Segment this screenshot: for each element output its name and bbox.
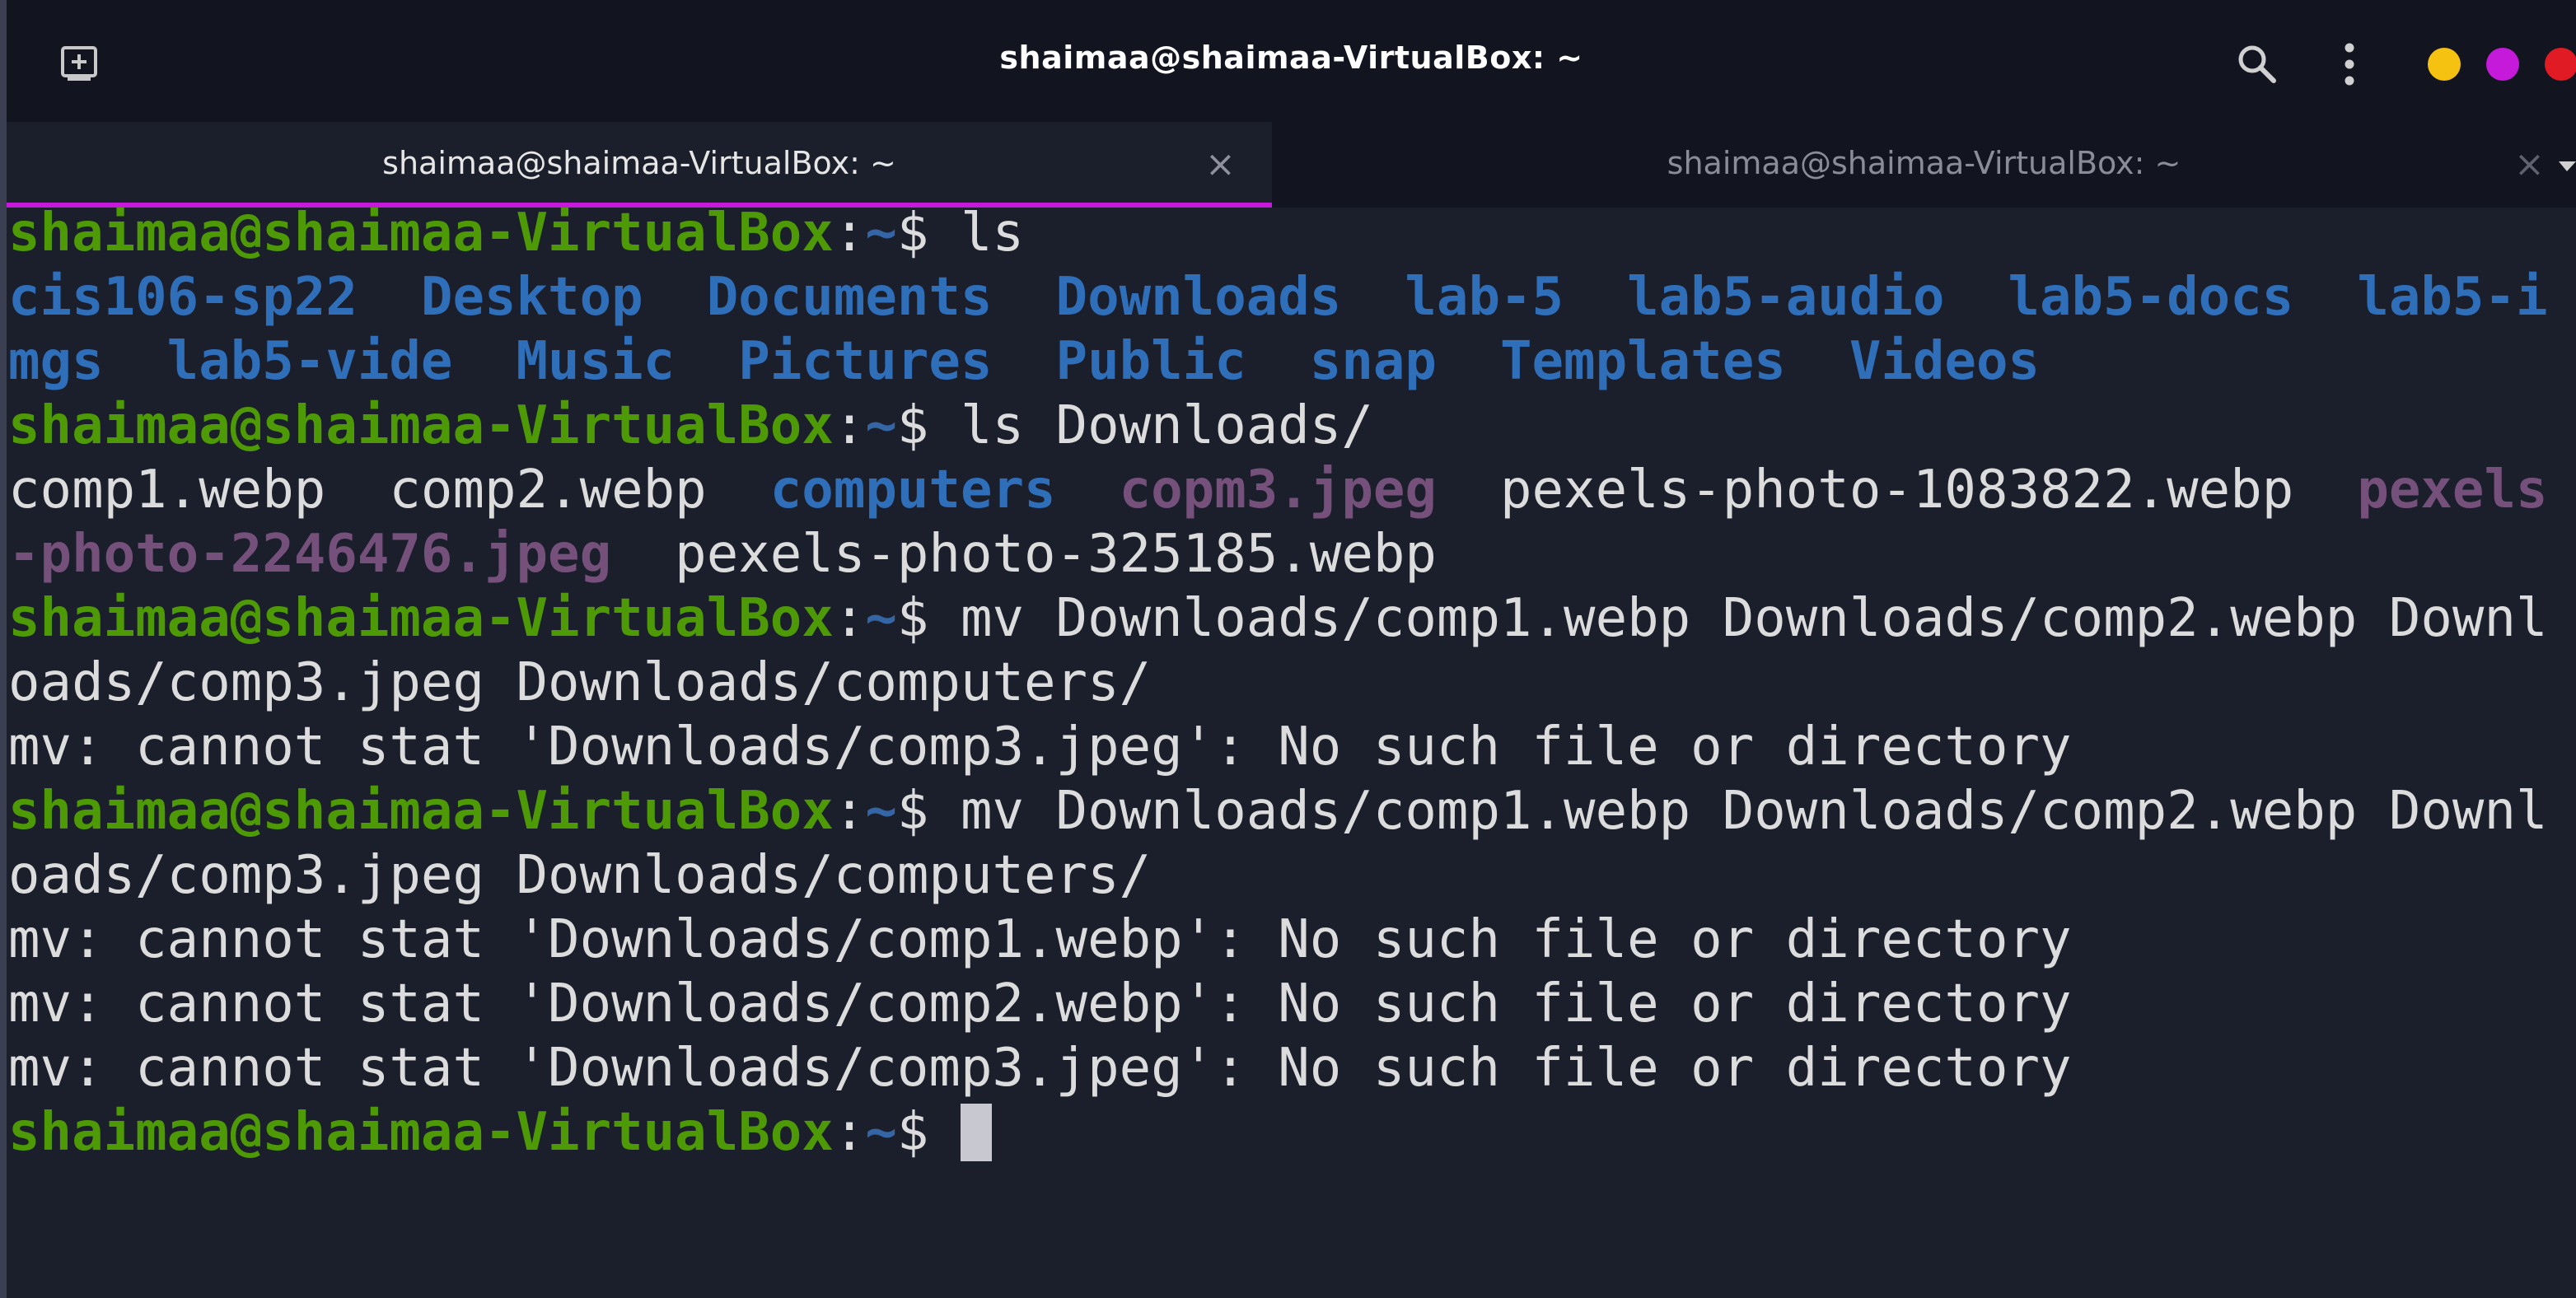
terminal-line: shaimaa@shaimaa-VirtualBox:~$ mv Downloa… — [8, 586, 2548, 651]
tab-2-close-icon[interactable]: × — [2514, 147, 2545, 183]
image-file-entry: pexels — [2357, 460, 2548, 521]
terminal-line: mv: cannot stat 'Downloads/comp2.webp': … — [8, 972, 2072, 1036]
error-text: mv: cannot stat 'Downloads/comp2.webp': … — [8, 974, 2072, 1034]
terminal-line: shaimaa@shaimaa-VirtualBox:~$ ls Downloa… — [8, 394, 1373, 458]
prompt-dollar: $ — [896, 588, 961, 649]
tab-2-label: shaimaa@shaimaa-VirtualBox: ~ — [1667, 145, 2181, 181]
file-entry: comp1.webp — [8, 460, 326, 521]
maximize-button[interactable] — [2486, 48, 2519, 81]
terminal-output[interactable]: shaimaa@shaimaa-VirtualBox:~$ ls cis106-… — [8, 208, 2576, 1298]
prompt-user: shaimaa@shaimaa-VirtualBox — [8, 208, 834, 264]
dir-entry: lab5-i — [2357, 267, 2548, 328]
kebab-menu-icon — [2345, 43, 2354, 86]
prompt-user: shaimaa@shaimaa-VirtualBox — [8, 395, 834, 456]
close-button[interactable] — [2545, 48, 2576, 81]
search-icon — [2238, 45, 2276, 83]
tab-1[interactable]: shaimaa@shaimaa-VirtualBox: ~ × — [7, 122, 1272, 208]
header-bar: shaimaa@shaimaa-VirtualBox: ~ — [7, 0, 2576, 122]
terminal-line: shaimaa@shaimaa-VirtualBox:~$ ls — [8, 208, 1024, 265]
dir-entry: Pictures — [738, 331, 993, 392]
dir-entry: lab5-vide — [166, 331, 453, 392]
file-entry: comp2.webp — [389, 460, 707, 521]
search-button[interactable] — [2234, 41, 2280, 87]
terminal-line: oads/comp3.jpeg Downloads/computers/ — [8, 843, 1151, 908]
prompt-path: ~ — [865, 781, 897, 842]
terminal-line: mv: cannot stat 'Downloads/comp3.jpeg': … — [8, 1036, 2072, 1100]
minimize-button[interactable] — [2428, 48, 2461, 81]
prompt-path: ~ — [865, 1102, 897, 1163]
terminal-line: -photo-2246476.jpeg pexels-photo-325185.… — [8, 522, 1437, 586]
tab-1-label: shaimaa@shaimaa-VirtualBox: ~ — [382, 145, 896, 181]
prompt-user: shaimaa@shaimaa-VirtualBox — [8, 588, 834, 649]
terminal-line: mv: cannot stat 'Downloads/comp1.webp': … — [8, 908, 2072, 972]
terminal-line: shaimaa@shaimaa-VirtualBox:~$ — [8, 1100, 992, 1165]
chevron-down-icon — [2559, 161, 2576, 171]
command-text: mv Downloads/comp1.webp Downloads/comp2.… — [960, 588, 2548, 649]
prompt-path: ~ — [865, 588, 897, 649]
tab-overflow-button[interactable] — [2554, 148, 2576, 181]
dir-entry: lab5-audio — [1627, 267, 1945, 328]
dir-entry: Public — [1055, 331, 1246, 392]
terminal-line: cis106-sp22 Desktop Documents Downloads … — [8, 265, 2548, 329]
error-text: mv: cannot stat 'Downloads/comp3.jpeg': … — [8, 1038, 2072, 1099]
dir-entry: Downloads — [1055, 267, 1342, 328]
window-left-edge — [0, 0, 7, 1298]
command-text: oads/comp3.jpeg Downloads/computers/ — [8, 652, 1152, 713]
dir-entry: Videos — [1849, 331, 2040, 392]
menu-button[interactable] — [2331, 38, 2368, 91]
tab-2[interactable]: shaimaa@shaimaa-VirtualBox: ~ × — [1272, 122, 2576, 208]
prompt-user: shaimaa@shaimaa-VirtualBox — [8, 781, 834, 842]
error-text: mv: cannot stat 'Downloads/comp1.webp': … — [8, 909, 2072, 970]
prompt-path: ~ — [865, 395, 897, 456]
text-cursor — [960, 1104, 992, 1162]
dir-entry: mgs — [8, 331, 104, 392]
dir-entry: cis106-sp22 — [8, 267, 358, 328]
prompt-separator: : — [833, 395, 866, 456]
file-entry: pexels-photo-1083822.webp — [1499, 460, 2294, 521]
image-file-entry: -photo-2246476.jpeg — [8, 524, 612, 585]
prompt-dollar: $ — [896, 781, 961, 842]
terminal-line: mv: cannot stat 'Downloads/comp3.jpeg': … — [8, 715, 2072, 779]
command-text: oads/comp3.jpeg Downloads/computers/ — [8, 845, 1152, 906]
terminal-line: oads/comp3.jpeg Downloads/computers/ — [8, 651, 1151, 715]
dir-entry: lab-5 — [1405, 267, 1564, 328]
dir-entry: Documents — [706, 267, 993, 328]
prompt-separator: : — [833, 1102, 866, 1163]
dir-entry: Music — [516, 331, 676, 392]
dir-entry: snap — [1309, 331, 1437, 392]
file-entry: pexels-photo-325185.webp — [675, 524, 1437, 585]
dir-entry: lab5-docs — [2008, 267, 2294, 328]
terminal-window: shaimaa@shaimaa-VirtualBox: ~ shaimaa@sh… — [0, 0, 2576, 1298]
dir-entry: computers — [769, 460, 1056, 521]
dir-entry: Templates — [1499, 331, 1786, 392]
command-text: ls — [960, 208, 1024, 264]
prompt-dollar: $ — [896, 395, 961, 456]
terminal-line: comp1.webp comp2.webp computers copm3.jp… — [8, 458, 2548, 522]
terminal-line: shaimaa@shaimaa-VirtualBox:~$ mv Downloa… — [8, 779, 2548, 843]
command-text: mv Downloads/comp1.webp Downloads/comp2.… — [960, 781, 2548, 842]
image-file-entry: copm3.jpeg — [1119, 460, 1437, 521]
terminal-line: mgs lab5-vide Music Pictures Public snap… — [8, 329, 2040, 394]
window-title: shaimaa@shaimaa-VirtualBox: ~ — [999, 40, 1583, 76]
command-text: ls Downloads/ — [960, 395, 1373, 456]
prompt-separator: : — [833, 781, 866, 842]
prompt-user: shaimaa@shaimaa-VirtualBox — [8, 1102, 834, 1163]
prompt-path: ~ — [865, 208, 897, 264]
tab-bar: shaimaa@shaimaa-VirtualBox: ~ × shaimaa@… — [7, 122, 2576, 208]
prompt-separator: : — [833, 208, 866, 264]
prompt-separator: : — [833, 588, 866, 649]
dir-entry: Desktop — [420, 267, 643, 328]
tab-1-close-icon[interactable]: × — [1205, 147, 1236, 183]
prompt-dollar: $ — [896, 1102, 961, 1163]
error-text: mv: cannot stat 'Downloads/comp3.jpeg': … — [8, 717, 2072, 777]
prompt-dollar: $ — [896, 208, 961, 264]
